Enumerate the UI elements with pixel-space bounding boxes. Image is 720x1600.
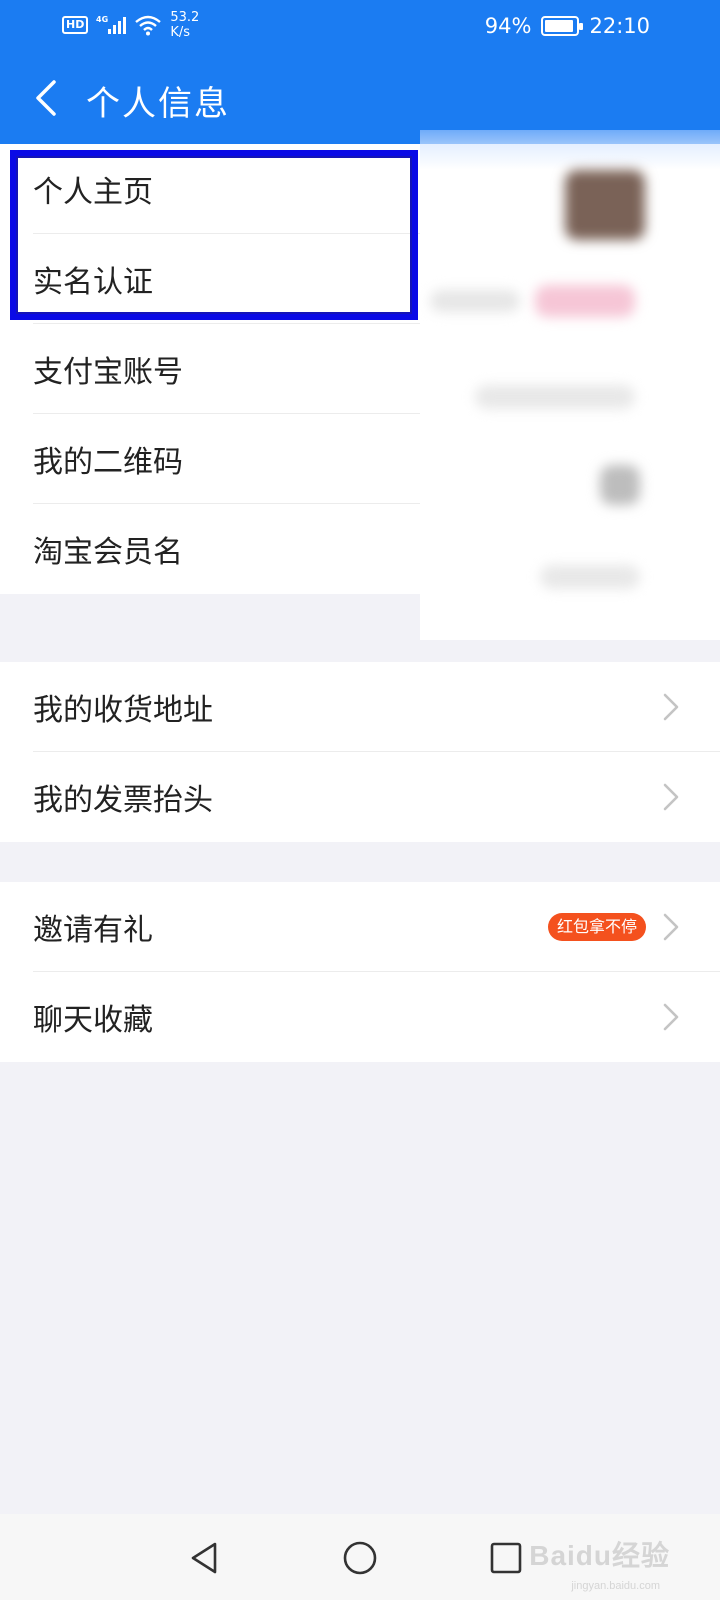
highlight-box: [10, 150, 418, 320]
hd-icon: HD: [62, 16, 89, 34]
list-item-label: 我的二维码: [33, 445, 183, 480]
list-item-invoice-title[interactable]: 我的发票抬头: [0, 752, 720, 842]
blurred-text: [430, 290, 520, 312]
list-item-right: 红包拿不停: [547, 882, 680, 972]
back-button[interactable]: [28, 76, 68, 122]
network-speed-value: 53.2: [170, 10, 200, 25]
blurred-values-area: [420, 130, 720, 640]
nav-back-button[interactable]: [183, 1536, 227, 1580]
battery-icon: [541, 16, 584, 36]
list-item-label: 我的发票抬头: [33, 783, 213, 818]
list-item-right: [662, 752, 680, 842]
battery-level-fill: [545, 20, 574, 32]
list-item-invite-reward[interactable]: 邀请有礼 红包拿不停: [0, 882, 720, 972]
cellular-signal-icon: 4G: [96, 15, 127, 34]
status-left: HD 4G 53.2 K/s: [62, 10, 199, 40]
list-item-label: 淘宝会员名: [33, 535, 183, 570]
baidu-watermark: Baidu经验: [529, 1540, 670, 1571]
promo-badge: 红包拿不停: [547, 913, 646, 941]
nav-home-button[interactable]: [338, 1536, 382, 1580]
personal-info-page: HD 4G 53.2 K/s 94% 22:10 个人信息 个人主页 实名认证 …: [0, 0, 720, 1600]
chevron-right-icon: [663, 783, 679, 811]
list-item-right: [662, 972, 680, 1062]
section-invite-favorites: 邀请有礼 红包拿不停 聊天收藏: [0, 882, 720, 1062]
qrcode-icon: [600, 465, 640, 505]
section-address-invoice: 我的收货地址 我的发票抬头: [0, 662, 720, 842]
list-item-right: [662, 662, 680, 752]
network-speed-unit: K/s: [170, 25, 191, 40]
status-right: 94% 22:10: [485, 14, 650, 38]
clock-time: 22:10: [589, 14, 650, 38]
status-bar: HD 4G 53.2 K/s 94% 22:10: [0, 0, 720, 56]
network-type-label: 4G: [96, 15, 108, 24]
baidu-watermark-url: jingyan.baidu.com: [571, 1580, 660, 1592]
triangle-back-icon: [191, 1542, 217, 1574]
blurred-text: [475, 385, 635, 409]
list-item-chat-favorites[interactable]: 聊天收藏: [0, 972, 720, 1062]
list-item-shipping-address[interactable]: 我的收货地址: [0, 662, 720, 752]
blurred-text: [540, 565, 640, 589]
wifi-icon: [135, 15, 162, 36]
chevron-right-icon: [663, 693, 679, 721]
avatar: [565, 170, 645, 240]
list-item-label: 邀请有礼: [33, 913, 153, 948]
list-item-label: 我的收货地址: [33, 693, 213, 728]
blurred-badge: [535, 285, 635, 317]
chevron-right-icon: [663, 1003, 679, 1031]
battery-percent: 94%: [484, 14, 532, 38]
system-nav-bar: Baidu经验 jingyan.baidu.com: [0, 1514, 720, 1600]
nav-recents-button[interactable]: [484, 1536, 528, 1580]
page-title: 个人信息: [86, 84, 230, 124]
circle-home-icon: [343, 1541, 377, 1575]
list-item-label: 支付宝账号: [33, 355, 183, 390]
chevron-left-icon: [36, 80, 56, 116]
network-speed: 53.2 K/s: [170, 10, 199, 40]
square-recents-icon: [490, 1542, 522, 1574]
list-item-label: 聊天收藏: [33, 1003, 153, 1038]
chevron-right-icon: [663, 913, 679, 941]
